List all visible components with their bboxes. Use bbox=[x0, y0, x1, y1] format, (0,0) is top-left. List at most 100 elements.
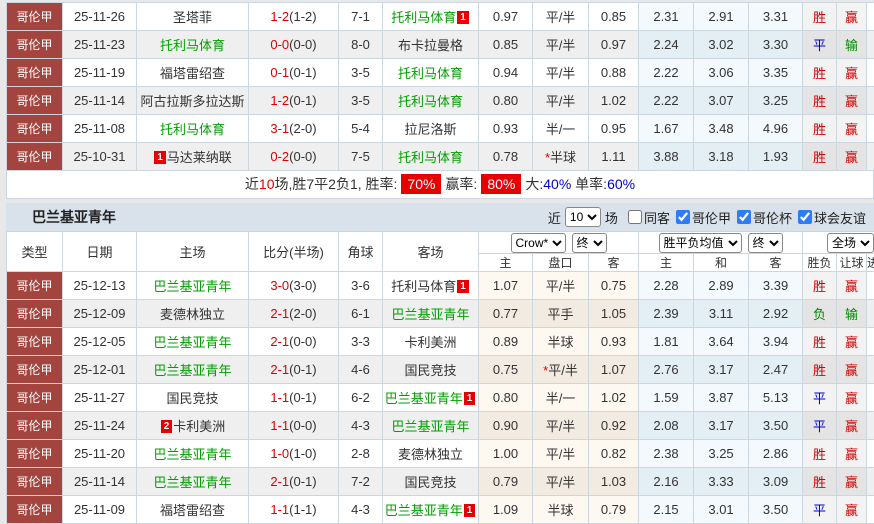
fulltime-score: 1-1 bbox=[270, 390, 289, 405]
league-filter-checkbox[interactable]: 哥伦甲 bbox=[676, 208, 731, 227]
match-row: 哥伦甲 25-11-19 福塔雷绍查 0-1(0-1) 3-5 托利马体育 0.… bbox=[7, 59, 874, 87]
handicap-cell: 平/半 bbox=[533, 59, 589, 87]
subheader-handicap-result: 让球 bbox=[837, 254, 867, 272]
home-team-cell: 国民竞技 bbox=[137, 384, 249, 412]
handicap-result-label: 输 bbox=[845, 38, 858, 53]
result-cell: 负 bbox=[803, 300, 837, 328]
handicap-result-cell: 输 bbox=[837, 31, 867, 59]
date-cell: 25-12-01 bbox=[63, 356, 137, 384]
handicap-result-label: 赢 bbox=[845, 447, 858, 462]
filter-checkbox-input[interactable] bbox=[676, 210, 690, 224]
league-cell: 哥伦甲 bbox=[7, 412, 63, 440]
asian-home-odds-cell: 1.09 bbox=[479, 496, 533, 524]
league-filter-checkbox[interactable]: 同客 bbox=[628, 208, 670, 227]
score-cell: 0-2(0-0) bbox=[249, 143, 339, 171]
home-team-cell: 圣塔菲 bbox=[137, 3, 249, 31]
away-team-cell: 巴兰基亚青年 bbox=[383, 300, 479, 328]
euro-away-odds-cell: 3.31 bbox=[749, 3, 803, 31]
away-team-name: 巴兰基亚青年 bbox=[391, 419, 469, 434]
subheader-avg-away: 客 bbox=[749, 254, 803, 272]
result-label: 胜 bbox=[813, 335, 826, 350]
away-team-cell: 巴兰基亚青年1 bbox=[383, 384, 479, 412]
match-row: 哥伦甲 25-12-09 麦德林独立 2-1(2-0) 6-1 巴兰基亚青年 0… bbox=[7, 300, 874, 328]
handicap-name: 平/半 bbox=[546, 419, 576, 434]
euro-home-odds-cell: 2.38 bbox=[639, 440, 694, 468]
euro-home-odds-cell: 1.81 bbox=[639, 328, 694, 356]
euro-home-odds-cell: 2.15 bbox=[639, 496, 694, 524]
corner-cell: 7-1 bbox=[339, 3, 383, 31]
corner-cell: 6-1 bbox=[339, 300, 383, 328]
score-cell: 3-0(3-0) bbox=[249, 272, 339, 300]
handicap-name: 半球 bbox=[547, 503, 573, 518]
result-label: 胜 bbox=[813, 475, 826, 490]
filter-checkbox-input[interactable] bbox=[737, 210, 751, 224]
filter-checkbox-input[interactable] bbox=[628, 210, 642, 224]
recent-count-select[interactable]: 10 bbox=[565, 207, 601, 227]
away-team-cell: 国民竞技 bbox=[383, 468, 479, 496]
final-odds-select-asian[interactable]: 终 bbox=[572, 233, 607, 253]
result-label: 平 bbox=[813, 503, 826, 518]
handicap-cell: 平/半 bbox=[533, 440, 589, 468]
fulltime-score: 3-1 bbox=[270, 121, 289, 136]
date-cell: 25-12-09 bbox=[63, 300, 137, 328]
handicap-result-cell: 赢 bbox=[837, 328, 867, 356]
handicap-name: 平/半 bbox=[546, 279, 576, 294]
col-header-away: 客场 bbox=[383, 232, 479, 272]
clipped-column-cell bbox=[867, 412, 874, 440]
away-team-cell: 布卡拉曼格 bbox=[383, 31, 479, 59]
subheader-wdl: 胜负 bbox=[803, 254, 837, 272]
euro-away-odds-cell: 2.92 bbox=[749, 300, 803, 328]
score-cell: 1-0(1-0) bbox=[249, 440, 339, 468]
rank-badge: 1 bbox=[457, 280, 469, 293]
result-cell: 胜 bbox=[803, 59, 837, 87]
fulltime-score: 1-2 bbox=[270, 9, 289, 24]
home-team-name: 托利马体育 bbox=[160, 38, 225, 53]
handicap-cell: 平/半 bbox=[533, 87, 589, 115]
home-team-name: 巴兰基亚青年 bbox=[153, 475, 231, 490]
summary-match-count: 10 bbox=[259, 176, 275, 192]
final-odds-select-euro[interactable]: 终 bbox=[748, 233, 783, 253]
away-team-cell: 托利马体育 bbox=[383, 59, 479, 87]
halftime-score: (1-2) bbox=[289, 9, 316, 24]
clipped-column-cell bbox=[867, 115, 874, 143]
date-cell: 25-12-05 bbox=[63, 328, 137, 356]
match-row: 哥伦甲 25-11-09 福塔雷绍查 1-1(1-1) 4-3 巴兰基亚青年1 … bbox=[7, 496, 874, 524]
near-label: 近 bbox=[548, 208, 561, 227]
asian-home-odds-cell: 0.85 bbox=[479, 31, 533, 59]
subheader-clipped: 进球 bbox=[867, 254, 874, 272]
corner-cell: 6-2 bbox=[339, 384, 383, 412]
handicap-name: 平/半 bbox=[546, 38, 576, 53]
asian-away-odds-cell: 1.11 bbox=[589, 143, 639, 171]
league-filter-checkbox[interactable]: 球会友谊 bbox=[798, 208, 866, 227]
league-cell: 哥伦甲 bbox=[7, 272, 63, 300]
handicap-name: 平手 bbox=[547, 307, 573, 322]
halftime-score: (0-1) bbox=[289, 474, 316, 489]
bookmaker-select[interactable]: Crow* bbox=[511, 233, 566, 253]
home-team-cell: 巴兰基亚青年 bbox=[137, 468, 249, 496]
summary-near-label: 近 bbox=[245, 176, 259, 192]
handicap-name: 平/半 bbox=[548, 363, 578, 378]
league-filter-checkbox[interactable]: 哥伦杯 bbox=[737, 208, 792, 227]
result-label: 胜 bbox=[813, 10, 826, 25]
result-label: 胜 bbox=[813, 66, 826, 81]
handicap-result-cell: 赢 bbox=[837, 143, 867, 171]
filter-checkbox-input[interactable] bbox=[798, 210, 812, 224]
handicap-result-cell: 赢 bbox=[837, 356, 867, 384]
euro-home-odds-cell: 3.88 bbox=[639, 143, 694, 171]
euro-draw-odds-cell: 3.17 bbox=[694, 356, 749, 384]
asian-home-odds-cell: 0.90 bbox=[479, 412, 533, 440]
scope-select[interactable]: 全场 bbox=[827, 233, 874, 253]
league-cell: 哥伦甲 bbox=[7, 440, 63, 468]
handicap-cell: 半/一 bbox=[533, 384, 589, 412]
home-team-cell: 巴兰基亚青年 bbox=[137, 356, 249, 384]
date-cell: 25-11-09 bbox=[63, 496, 137, 524]
wdl-average-select[interactable]: 胜平负均值 bbox=[659, 233, 742, 253]
asian-home-odds-cell: 0.80 bbox=[479, 384, 533, 412]
junior-section-header: 巴兰基亚青年 近 10 场 同客 哥伦甲 哥伦杯 球会友谊 bbox=[6, 203, 874, 231]
euro-draw-odds-cell: 3.06 bbox=[694, 59, 749, 87]
corner-cell: 3-3 bbox=[339, 328, 383, 356]
result-cell: 平 bbox=[803, 496, 837, 524]
asian-odds-group-header: Crow* 终 bbox=[479, 232, 639, 254]
away-team-cell: 托利马体育 bbox=[383, 143, 479, 171]
result-label: 平 bbox=[813, 419, 826, 434]
